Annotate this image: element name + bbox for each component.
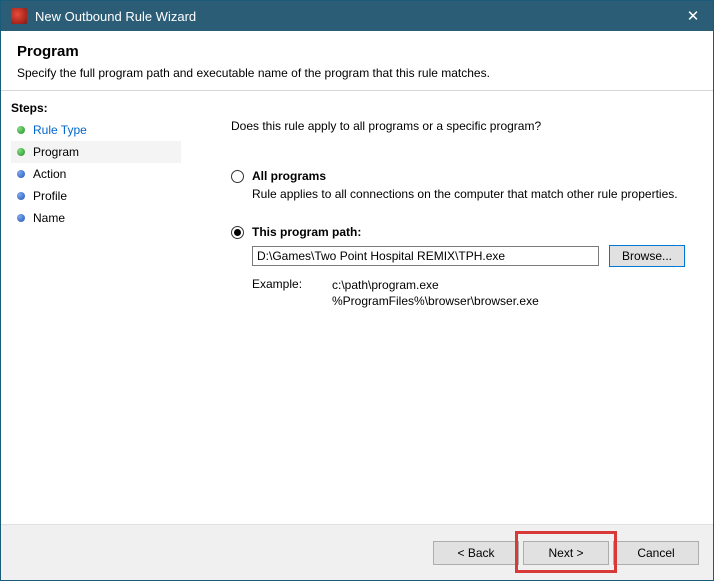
program-path-input[interactable] bbox=[252, 246, 599, 266]
cancel-button[interactable]: Cancel bbox=[613, 541, 699, 565]
step-program[interactable]: Program bbox=[11, 141, 181, 163]
steps-title: Steps: bbox=[11, 101, 181, 115]
example-row: Example: c:\path\program.exe %ProgramFil… bbox=[252, 277, 685, 309]
example-values: c:\path\program.exe %ProgramFiles%\brows… bbox=[332, 277, 539, 309]
bullet-icon bbox=[17, 170, 25, 178]
example-label: Example: bbox=[252, 277, 332, 309]
bullet-icon bbox=[17, 214, 25, 222]
window-title: New Outbound Rule Wizard bbox=[35, 9, 673, 24]
browse-button[interactable]: Browse... bbox=[609, 245, 685, 267]
bullet-icon bbox=[17, 126, 25, 134]
steps-sidebar: Steps: Rule Type Program Action Profile … bbox=[1, 91, 181, 524]
wizard-footer: < Back Next > Cancel bbox=[1, 524, 713, 580]
radio-all-programs[interactable]: All programs bbox=[231, 169, 685, 183]
step-label: Name bbox=[33, 211, 65, 225]
example-line: c:\path\program.exe bbox=[332, 277, 539, 293]
step-label: Program bbox=[33, 145, 79, 159]
radio-unchecked-icon bbox=[231, 170, 244, 183]
radio-label: This program path: bbox=[252, 225, 361, 239]
page-title: Program bbox=[17, 43, 697, 60]
example-line: %ProgramFiles%\browser\browser.exe bbox=[332, 293, 539, 309]
firewall-icon bbox=[11, 8, 27, 24]
step-action[interactable]: Action bbox=[11, 163, 181, 185]
path-row: Browse... bbox=[252, 245, 685, 267]
page-description: Specify the full program path and execut… bbox=[17, 66, 697, 80]
content-area: Does this rule apply to all programs or … bbox=[181, 91, 713, 524]
bullet-icon bbox=[17, 192, 25, 200]
radio-all-desc: Rule applies to all connections on the c… bbox=[252, 187, 685, 201]
step-label: Action bbox=[33, 167, 66, 181]
step-label: Rule Type bbox=[33, 123, 87, 137]
step-name[interactable]: Name bbox=[11, 207, 181, 229]
step-profile[interactable]: Profile bbox=[11, 185, 181, 207]
wizard-body: Steps: Rule Type Program Action Profile … bbox=[1, 91, 713, 524]
radio-checked-icon bbox=[231, 226, 244, 239]
step-rule-type[interactable]: Rule Type bbox=[11, 119, 181, 141]
step-label: Profile bbox=[33, 189, 67, 203]
content-prompt: Does this rule apply to all programs or … bbox=[231, 119, 685, 133]
next-button[interactable]: Next > bbox=[523, 541, 609, 565]
back-button[interactable]: < Back bbox=[433, 541, 519, 565]
radio-label: All programs bbox=[252, 169, 326, 183]
bullet-icon bbox=[17, 148, 25, 156]
wizard-header: Program Specify the full program path an… bbox=[1, 31, 713, 91]
close-button[interactable]: ✕ bbox=[673, 1, 713, 31]
titlebar: New Outbound Rule Wizard ✕ bbox=[1, 1, 713, 31]
radio-this-program[interactable]: This program path: bbox=[231, 225, 685, 239]
